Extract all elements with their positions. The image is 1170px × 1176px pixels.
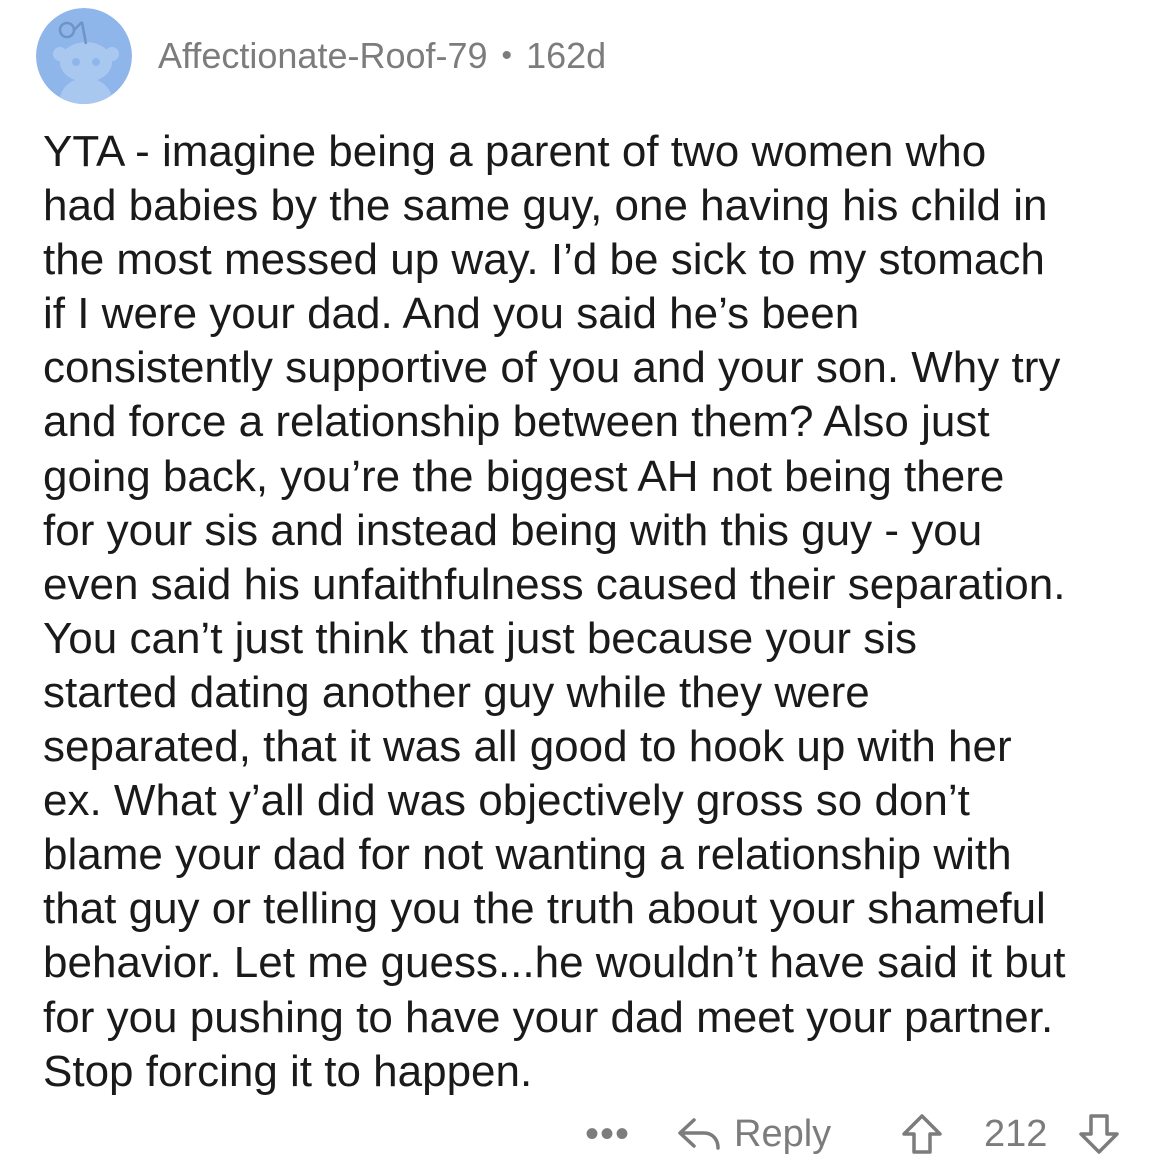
user-avatar[interactable] [36,8,132,104]
reply-label: Reply [734,1112,832,1155]
comment-body: YTA - imagine being a parent of two wome… [43,127,1066,1096]
vote-score: 212 [984,1112,1048,1155]
snoo-avatar-icon [36,8,132,104]
comment-age: 162d [526,35,607,76]
comment: Affectionate-Roof-79 • 162d YTA - imagin… [0,0,1170,1176]
more-options-button[interactable]: ••• [585,1114,630,1154]
meta-separator: • [501,39,513,72]
comment-header: Affectionate-Roof-79 • 162d [36,8,606,104]
username[interactable]: Affectionate-Roof-79 [158,35,488,77]
vote-controls: 212 [900,1108,1121,1160]
comment-meta: Affectionate-Roof-79 • 162d [158,35,606,77]
upvote-icon[interactable] [900,1112,944,1156]
reply-button[interactable]: Reply [676,1108,831,1160]
downvote-icon[interactable] [1077,1112,1121,1156]
comment-actions: ••• Reply 212 [0,1108,1170,1160]
reply-arrow-icon [676,1114,722,1154]
